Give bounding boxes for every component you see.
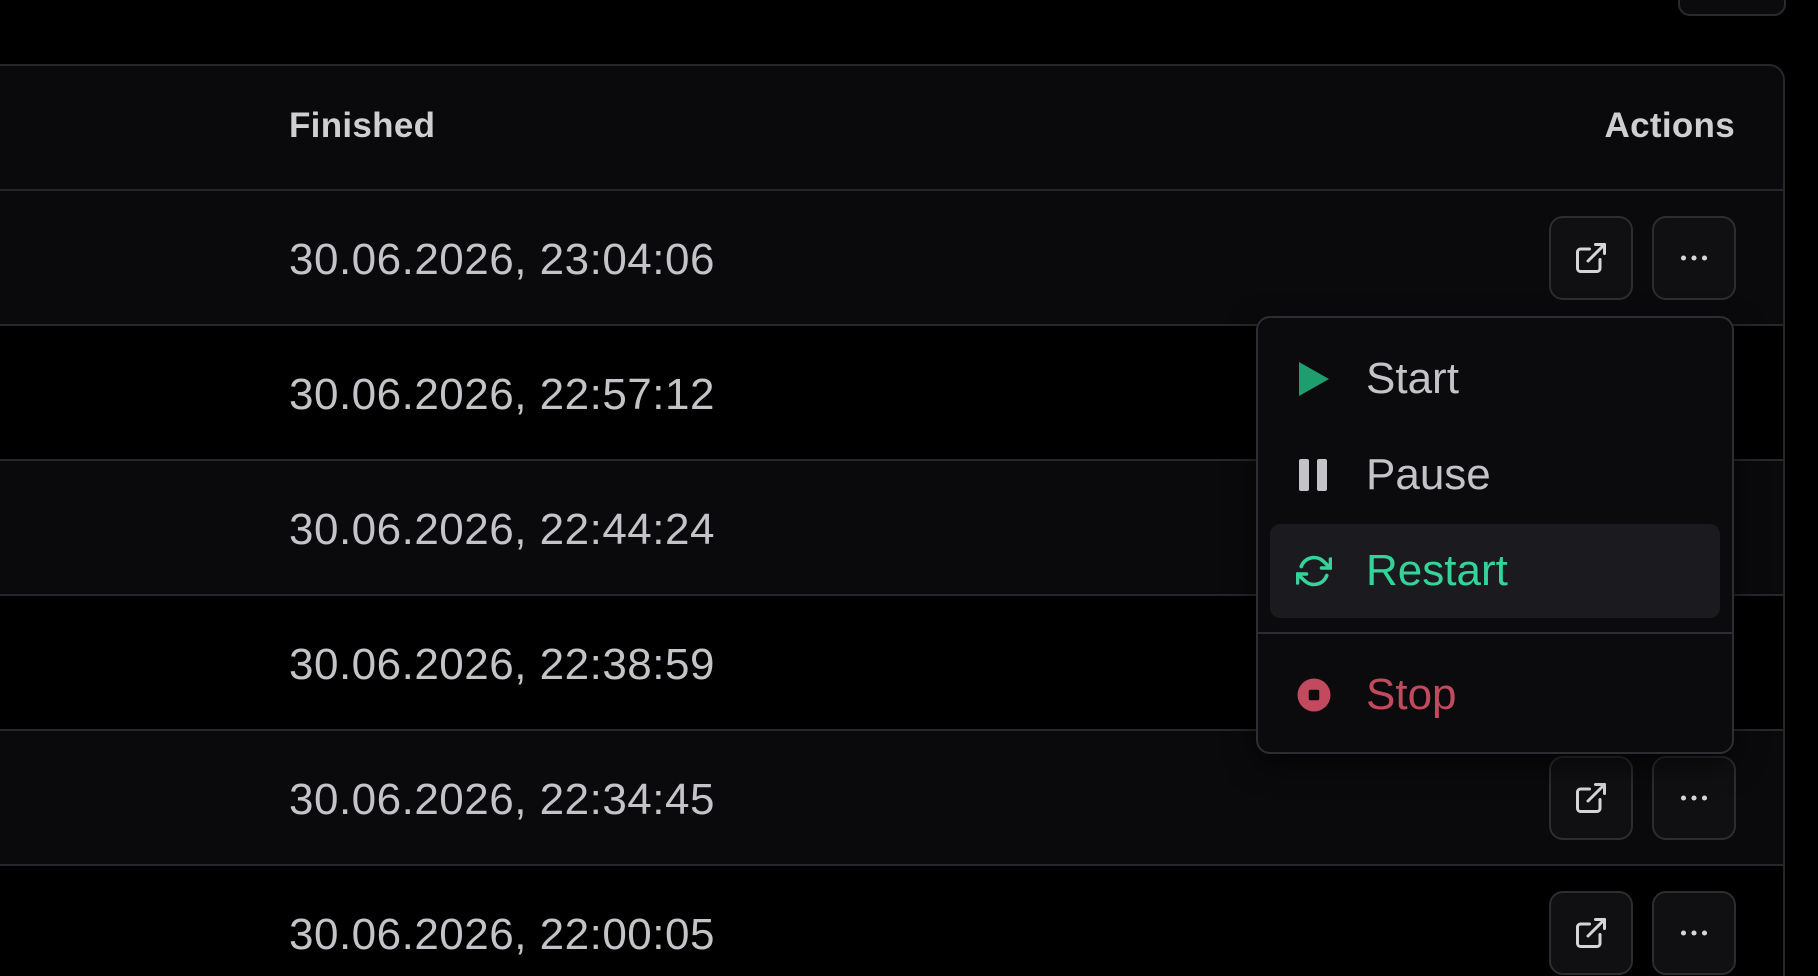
column-header-finished[interactable]: Finished — [289, 106, 435, 146]
table-row[interactable]: 30.06.2026, 22:00:05 — [0, 864, 1783, 976]
finished-cell: 30.06.2026, 22:00:05 — [289, 910, 715, 959]
open-run-button[interactable] — [1549, 756, 1633, 840]
row-actions-menu: Start Pause Restart Stop — [1256, 316, 1734, 754]
more-actions-button[interactable] — [1652, 756, 1736, 840]
menu-item-pause[interactable]: Pause — [1270, 428, 1720, 522]
menu-item-label: Start — [1366, 354, 1459, 403]
menu-item-restart[interactable]: Restart — [1270, 524, 1720, 618]
menu-divider — [1258, 632, 1732, 634]
menu-item-label: Restart — [1366, 546, 1508, 595]
table-row[interactable]: 30.06.2026, 23:04:06 — [0, 189, 1783, 324]
external-link-icon — [1576, 783, 1606, 813]
open-run-button[interactable] — [1549, 891, 1633, 975]
ellipsis-icon — [1680, 255, 1708, 261]
more-actions-button[interactable] — [1652, 891, 1736, 975]
ellipsis-icon — [1680, 930, 1708, 936]
finished-cell: 30.06.2026, 22:44:24 — [289, 505, 715, 554]
menu-item-label: Stop — [1366, 670, 1457, 719]
pause-icon — [1292, 453, 1336, 497]
ellipsis-icon — [1680, 795, 1708, 801]
more-actions-button[interactable] — [1652, 216, 1736, 300]
menu-item-label: Pause — [1366, 450, 1491, 499]
finished-cell: 30.06.2026, 22:57:12 — [289, 370, 715, 419]
column-header-actions: Actions — [1604, 106, 1735, 145]
finished-cell: 30.06.2026, 23:04:06 — [289, 235, 715, 284]
menu-item-start[interactable]: Start — [1270, 332, 1720, 426]
menu-item-stop[interactable]: Stop — [1270, 648, 1720, 742]
stop-circle-icon — [1292, 673, 1336, 717]
refresh-icon — [1292, 549, 1336, 593]
finished-cell: 30.06.2026, 22:38:59 — [289, 640, 715, 689]
finished-cell: 30.06.2026, 22:34:45 — [289, 775, 715, 824]
table-header: Finished Actions — [0, 66, 1783, 189]
play-icon — [1292, 357, 1336, 401]
toolbar-button[interactable] — [1678, 0, 1786, 16]
open-run-button[interactable] — [1549, 216, 1633, 300]
screen: Finished Actions 30.06.2026, 23:04:06 30… — [0, 0, 1818, 976]
external-link-icon — [1576, 243, 1606, 273]
external-link-icon — [1576, 918, 1606, 948]
